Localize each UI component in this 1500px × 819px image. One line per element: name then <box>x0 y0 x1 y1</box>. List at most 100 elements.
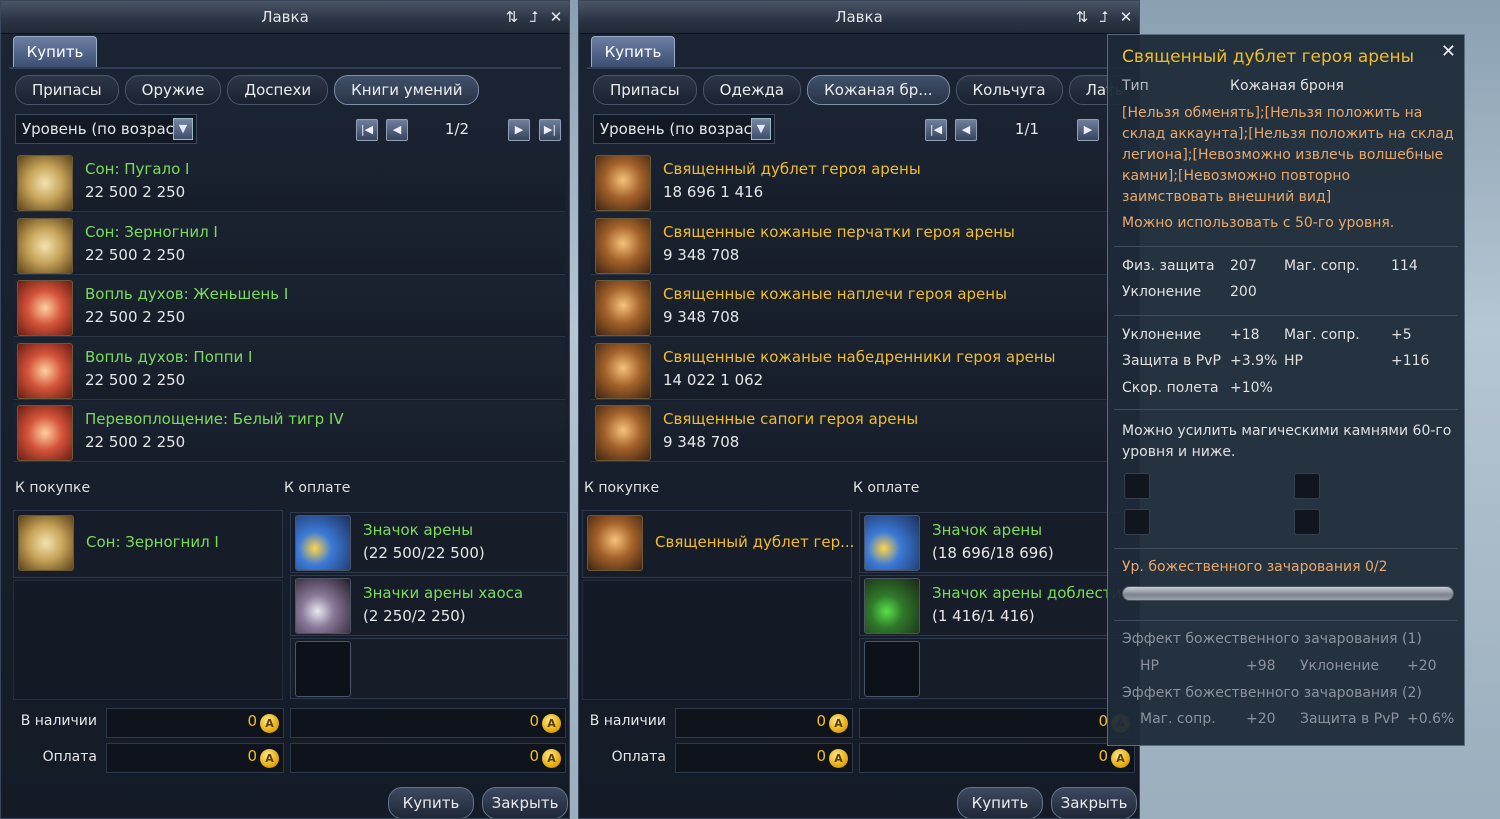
item-price: 22 500 2 250 <box>85 183 186 201</box>
first-page-button[interactable]: |◀ <box>356 119 378 141</box>
refresh-icon[interactable]: ⇅ <box>1073 8 1091 26</box>
stock-value-a: 0 <box>247 712 257 730</box>
close-icon[interactable]: ✕ <box>1117 8 1135 26</box>
effect-title: Эффект божественного зачарования (1) <box>1122 631 1422 647</box>
stat-value: 114 <box>1391 258 1418 274</box>
close-button[interactable]: Закрыть <box>482 787 568 818</box>
bonus-label: Защита в PvP <box>1122 353 1221 369</box>
stock-field-b: 0 A <box>290 708 566 738</box>
pay-value-b: 0 <box>1098 747 1108 765</box>
sort-dropdown[interactable]: Уровень (по возраст ▼ <box>593 114 775 144</box>
bonus-value: +3.9% <box>1230 353 1278 369</box>
doublet-icon <box>587 515 643 571</box>
bonus-value: +10% <box>1230 380 1273 396</box>
bonus-value: +116 <box>1391 353 1430 369</box>
list-item[interactable]: Сон: Пугало I 22 500 2 250 <box>13 152 565 212</box>
tab-armor[interactable]: Доспехи <box>227 75 329 105</box>
list-item[interactable]: Вопль духов: Женьшень I 22 500 2 250 <box>13 277 565 337</box>
item-name: Сон: Пугало I <box>85 160 190 178</box>
popout-icon[interactable]: ⮥ <box>1095 8 1113 26</box>
empty-slot <box>864 641 920 697</box>
bonus-label: Уклонение <box>1122 327 1202 343</box>
titlebar[interactable]: Лавка ⇅ ⮥ ✕ <box>579 1 1139 34</box>
tab-chain-mail[interactable]: Кольчуга <box>955 75 1063 105</box>
coin-icon: A <box>1111 749 1130 768</box>
gloves-icon <box>595 217 651 274</box>
tab-leather-armor[interactable]: Кожаная бр... <box>807 75 950 105</box>
tab-skill-books[interactable]: Книги умений <box>334 75 480 105</box>
coin-icon: A <box>260 749 279 768</box>
payment-row-empty <box>290 638 568 699</box>
in-stock-label: В наличии <box>589 713 666 729</box>
item-price: 9 348 708 <box>663 245 740 264</box>
list-item[interactable]: Сон: Зерногнил I 22 500 2 250 <box>13 214 565 275</box>
list-item[interactable]: Перевоплощение: Белый тигр IV 22 500 2 2… <box>13 402 565 462</box>
tab-buy[interactable]: Купить <box>13 36 97 68</box>
cart-label: К покупке <box>584 480 660 496</box>
sort-value: Уровень (по возраст <box>22 120 183 138</box>
buy-button[interactable]: Купить <box>957 787 1043 818</box>
list-item[interactable]: Священные сапоги героя арены 9 348 708 <box>591 402 1139 462</box>
last-page-button[interactable]: ▶| <box>539 119 561 141</box>
item-name: Священные сапоги героя арены <box>663 410 919 428</box>
close-button[interactable]: Закрыть <box>1051 787 1137 818</box>
pay-field-a: 0 A <box>106 743 284 773</box>
item-price: 18 696 1 416 <box>663 183 764 201</box>
list-item[interactable]: Священный дублет героя арены 18 696 1 41… <box>591 152 1139 212</box>
prev-page-button[interactable]: ◀ <box>955 119 977 141</box>
stock-field-a: 0 A <box>106 708 284 738</box>
pay-value-a: 0 <box>247 747 257 765</box>
item-price: 22 500 2 250 <box>85 245 186 264</box>
coin-icon: A <box>542 749 561 768</box>
pay-field-a: 0 A <box>675 743 853 773</box>
pay-field-b: 0 A <box>290 743 566 773</box>
tab-supplies[interactable]: Припасы <box>593 75 697 105</box>
prev-page-button[interactable]: ◀ <box>386 119 408 141</box>
tab-supplies[interactable]: Припасы <box>15 75 119 105</box>
pay-label: К оплате <box>284 480 351 496</box>
skill-book-icon <box>17 217 73 274</box>
close-icon[interactable]: ✕ <box>547 8 565 26</box>
item-list: Священный дублет героя арены 18 696 1 41… <box>591 152 1139 465</box>
effect-title: Эффект божественного зачарования (2) <box>1122 685 1422 701</box>
buy-button[interactable]: Купить <box>388 787 474 818</box>
coin-icon: A <box>829 749 848 768</box>
list-item[interactable]: Священные кожаные наплечи героя арены 9 … <box>591 277 1139 337</box>
doublet-icon <box>595 155 651 211</box>
next-page-button[interactable]: ▶ <box>508 119 530 141</box>
list-item[interactable]: Вопль духов: Поппи I 22 500 2 250 <box>13 339 565 400</box>
type-value: Кожаная броня <box>1230 78 1344 94</box>
next-page-button[interactable]: ▶ <box>1077 119 1099 141</box>
tab-buy[interactable]: Купить <box>591 36 675 68</box>
effect-value: +20 <box>1246 711 1276 727</box>
item-name: Сон: Зерногнил I <box>85 222 218 241</box>
divider <box>1114 620 1458 621</box>
tab-clothing[interactable]: Одежда <box>702 75 802 105</box>
first-page-button[interactable]: |◀ <box>925 119 947 141</box>
in-stock-label: В наличии <box>20 713 97 729</box>
divider <box>1114 548 1458 549</box>
list-item[interactable]: Священные кожаные перчатки героя арены 9… <box>591 214 1139 275</box>
list-item[interactable]: Священные кожаные набедренники героя аре… <box>591 339 1139 400</box>
tab-weapons[interactable]: Оружие <box>124 75 222 105</box>
refresh-icon[interactable]: ⇅ <box>503 8 521 26</box>
titlebar[interactable]: Лавка ⇅ ⮥ ✕ <box>1 1 569 34</box>
payment-name: Значок арены доблести <box>932 584 1122 602</box>
close-icon[interactable]: ✕ <box>1441 41 1456 62</box>
tab-divider <box>587 67 1131 69</box>
payment-amount: (22 500/22 500) <box>363 544 485 562</box>
sort-dropdown[interactable]: Уровень (по возраст ▼ <box>15 114 197 144</box>
cart-item[interactable]: Священный дублет гер... <box>582 510 854 578</box>
cart-item[interactable]: Сон: Зерногнил I <box>13 510 283 578</box>
popout-icon[interactable]: ⮥ <box>525 8 543 26</box>
cart-empty-area <box>13 580 283 700</box>
item-name: Священные кожаные наплечи героя арены <box>663 285 1007 303</box>
payment-row-empty <box>859 638 1137 699</box>
leggings-icon <box>595 342 651 399</box>
chevron-down-icon[interactable]: ▼ <box>751 118 771 140</box>
chaos-badge-icon <box>295 578 351 634</box>
item-price: 9 348 708 <box>663 308 740 326</box>
chevron-down-icon[interactable]: ▼ <box>173 118 193 140</box>
payment-row: Значки арены хаоса (2 250/2 250) <box>290 575 568 636</box>
bonus-value: +18 <box>1230 327 1260 343</box>
